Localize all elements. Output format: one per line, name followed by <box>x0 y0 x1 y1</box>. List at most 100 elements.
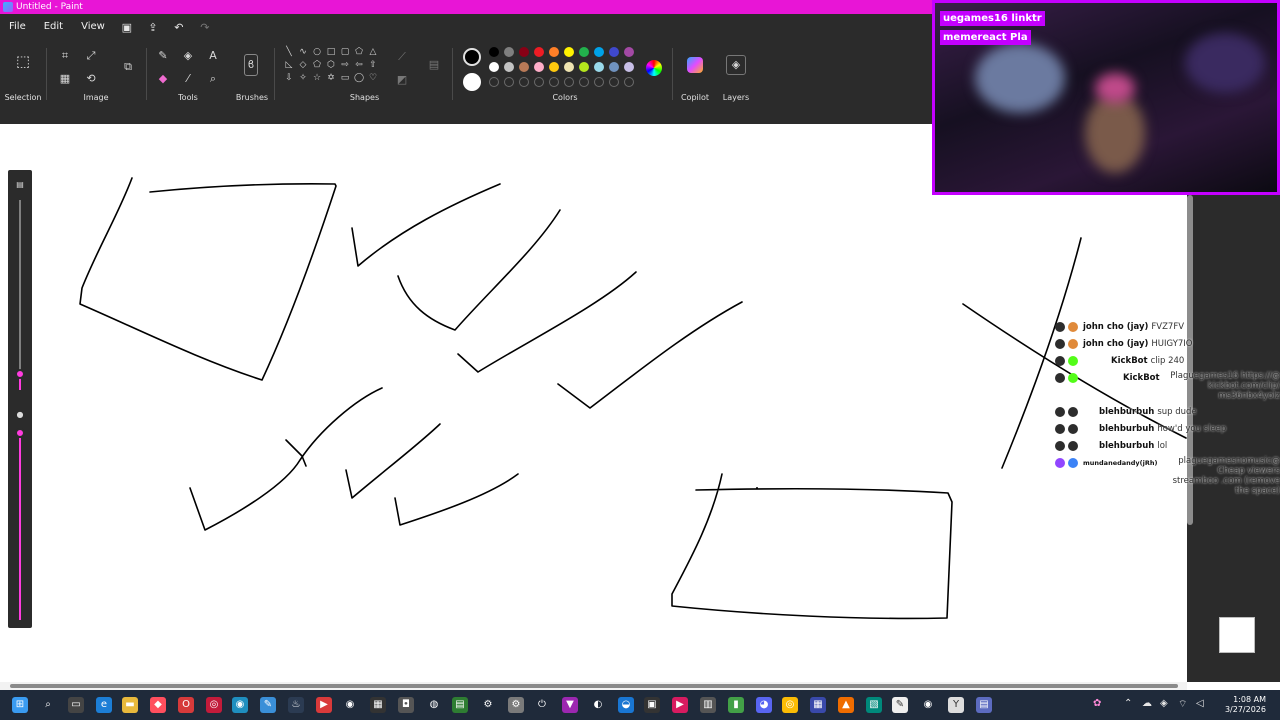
app-icon[interactable]: ◒ <box>618 697 634 713</box>
app-icon[interactable]: ▼ <box>562 697 578 713</box>
cam-tag-linktree: uegames16 linktr <box>940 11 1045 26</box>
chat-text: lol <box>1157 441 1168 451</box>
check-stroke-3 <box>457 271 637 373</box>
steam-icon[interactable]: ♨ <box>288 697 304 713</box>
app-icon[interactable]: ◉ <box>232 697 248 713</box>
kick-badge-icon <box>1055 339 1065 349</box>
brush-size-icon: ▤ <box>16 180 24 189</box>
check-stroke-1 <box>351 183 501 267</box>
monitor-glow <box>975 43 1065 113</box>
start-icon[interactable]: ⊞ <box>12 697 28 713</box>
opacity-track-fill[interactable] <box>19 438 21 620</box>
file-explorer-icon[interactable]: ▬ <box>122 697 138 713</box>
streamer-hair <box>1095 73 1135 103</box>
chat-text: FVZ7FV <box>1151 322 1185 332</box>
kick-badge-icon <box>1055 441 1065 451</box>
chat-username: KickBot <box>1111 356 1148 366</box>
clock-date: 3/27/2026 <box>1224 705 1266 714</box>
wifi-icon[interactable]: ⌔ <box>1178 698 1187 711</box>
task-view-icon[interactable]: ▭ <box>68 697 84 713</box>
chat-text: clip 240 <box>1150 356 1185 366</box>
color-preview-box <box>1219 617 1255 653</box>
scribble-stroke <box>285 439 307 467</box>
network-icon[interactable]: ◈ <box>1160 698 1168 709</box>
app-icon[interactable]: ▧ <box>866 697 882 713</box>
size-track[interactable] <box>19 200 21 370</box>
kick-badge-icon <box>1055 373 1065 383</box>
search-icon[interactable]: ⌕ <box>40 697 56 713</box>
twitch-badge-icon <box>1055 458 1065 468</box>
streamer-figure <box>1085 93 1145 173</box>
chat-message: blehburbuh lol <box>1055 439 1167 453</box>
chat-text: HUIGY7IO <box>1151 339 1193 349</box>
app-icon[interactable]: ◉ <box>920 697 936 713</box>
avatar-icon <box>1068 407 1078 417</box>
opera-icon[interactable]: O <box>178 697 194 713</box>
chat-message: blehburbuh how'd you sleep <box>1055 422 1226 436</box>
chat-overlay: john cho (jay) FVZ7FV john cho (jay) HUI… <box>1055 320 1280 496</box>
notification-badge-icon[interactable]: ✿ <box>1093 698 1101 709</box>
horizontal-scroll-thumb[interactable] <box>10 684 1178 688</box>
app-icon[interactable]: ▤ <box>976 697 992 713</box>
horizontal-scrollbar[interactable] <box>0 682 1187 690</box>
app-icon[interactable]: ◆ <box>150 697 166 713</box>
clock[interactable]: 1:08 AM 3/27/2026 <box>1225 695 1266 715</box>
opacity-slider-thumb[interactable] <box>15 428 25 438</box>
kick-badge-icon <box>1055 322 1065 332</box>
chat-username: KickBot <box>1123 373 1160 383</box>
chat-username: blehburbuh <box>1099 424 1155 434</box>
paint-taskbar-icon[interactable]: ✎ <box>260 697 276 713</box>
clock-time: 1:08 AM <box>1233 695 1266 704</box>
app-icon[interactable]: ▮ <box>728 697 744 713</box>
chat-message: john cho (jay) HUIGY7IO <box>1055 337 1193 351</box>
app-icon[interactable]: ◍ <box>426 697 442 713</box>
app-icon[interactable]: ◎ <box>206 697 222 713</box>
check-stroke-2 <box>397 209 561 331</box>
avatar-icon <box>1068 458 1078 468</box>
tray-chevron-icon[interactable]: ⌃ <box>1124 698 1132 709</box>
app-icon[interactable]: ◐ <box>590 697 606 713</box>
app-icon[interactable]: ⚙ <box>508 697 524 713</box>
edge-icon[interactable]: e <box>96 697 112 713</box>
volume-icon[interactable]: ◁ <box>1196 698 1204 709</box>
app-icon[interactable]: ▤ <box>452 697 468 713</box>
paint-window: Untitled - Paint File Edit View ▣ ⇪ ↶ ↷ … <box>0 0 1280 720</box>
avatar-icon <box>1068 424 1078 434</box>
chat-username: john cho (jay) <box>1083 339 1149 349</box>
power-icon[interactable]: ⏻ <box>534 697 550 713</box>
chat-message: KickBot clip 240 <box>1055 354 1184 368</box>
quad-stroke <box>79 177 337 381</box>
chat-username: blehburbuh <box>1099 441 1155 451</box>
app-icon[interactable]: ▣ <box>644 697 660 713</box>
obs-icon[interactable]: ◉ <box>342 697 358 713</box>
avatar-icon <box>1068 441 1078 451</box>
chat-text: how'd you sleep <box>1157 424 1227 434</box>
cam-tag-react: memereact Pla <box>940 30 1031 45</box>
app-icon[interactable]: ▥ <box>700 697 716 713</box>
box-stroke <box>671 473 953 620</box>
chrome-icon[interactable]: ◎ <box>782 697 798 713</box>
avatar-icon <box>1068 339 1078 349</box>
chat-message: john cho (jay) FVZ7FV <box>1055 320 1184 334</box>
app-icon[interactable]: ▦ <box>370 697 386 713</box>
app-icon[interactable]: ▦ <box>810 697 826 713</box>
taskbar: ⊞ ⌕ ▭ e ▬ ◆ O ◎ ◉ ✎ ♨ ▶ ◉ ▦ ◘ ◍ ▤ ⚙ ⚙ ⏻ … <box>0 690 1280 720</box>
check-stroke-5 <box>189 387 383 531</box>
kickbot-avatar-icon <box>1068 356 1078 366</box>
chat-text: sup dude <box>1157 407 1197 417</box>
size-slider-thumb[interactable] <box>15 369 25 379</box>
chat-message: blehburbuh sup dude <box>1055 405 1197 419</box>
app-icon[interactable]: ▶ <box>672 697 688 713</box>
app-icon[interactable]: ▶ <box>316 697 332 713</box>
notepad-icon[interactable]: ✎ <box>892 697 908 713</box>
onedrive-icon[interactable]: ☁ <box>1142 698 1152 709</box>
kick-badge-icon <box>1055 424 1065 434</box>
discord-icon[interactable]: ◕ <box>756 697 772 713</box>
vlc-icon[interactable]: ▲ <box>838 697 854 713</box>
app-icon[interactable]: Y <box>948 697 964 713</box>
dot-mark <box>756 487 758 489</box>
avatar-icon <box>1068 322 1078 332</box>
settings-icon[interactable]: ⚙ <box>480 697 496 713</box>
camera-icon[interactable]: ◘ <box>398 697 414 713</box>
opacity-icon: ● <box>16 410 24 419</box>
